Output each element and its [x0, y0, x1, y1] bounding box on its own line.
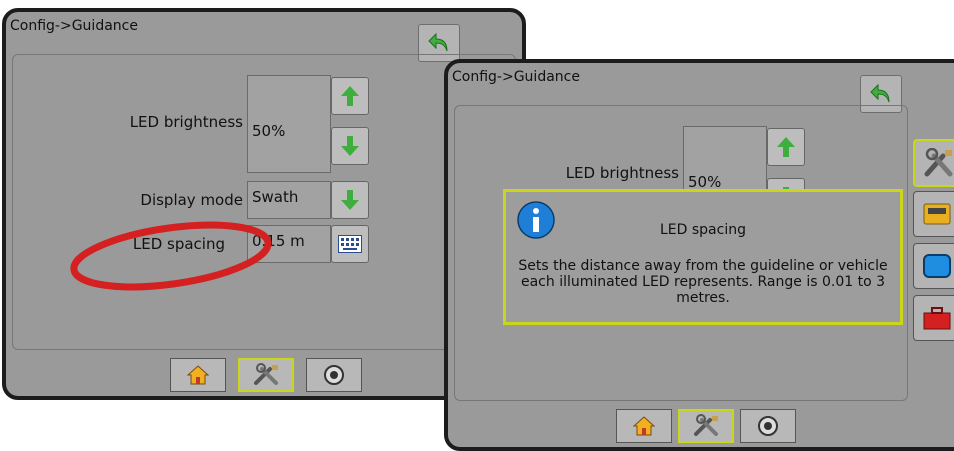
back-arrow-icon [428, 32, 448, 52]
keyboard-icon [338, 235, 362, 253]
side-console-button[interactable] [913, 191, 954, 237]
display-mode-value[interactable]: Swath [247, 181, 331, 219]
home-tab[interactable] [616, 409, 672, 443]
popup-title: LED spacing [660, 222, 746, 238]
page-title: Config->Guidance [452, 69, 580, 85]
keyboard-button[interactable] [331, 225, 369, 263]
gps-tab[interactable] [740, 409, 796, 443]
home-tab[interactable] [170, 358, 226, 392]
settings-panel: LED brightness 50% Display mode Swath LE… [12, 54, 516, 350]
decrease-button[interactable] [331, 127, 369, 165]
gps-tab[interactable] [306, 358, 362, 392]
display-mode-dropdown-button[interactable] [331, 181, 369, 219]
increase-button[interactable] [767, 128, 805, 166]
led-brightness-label: LED brightness [565, 164, 679, 182]
up-arrow-icon [341, 86, 359, 106]
bottom-tab-bar [170, 358, 370, 396]
home-icon [186, 365, 210, 385]
console-icon [923, 203, 951, 225]
highlight-ellipse [70, 221, 272, 291]
led-brightness-label: LED brightness [129, 113, 243, 131]
side-tools-button[interactable] [913, 139, 954, 187]
increase-button[interactable] [331, 77, 369, 115]
config-screen-right: Config->Guidance LED brightness 50% LED … [444, 59, 954, 451]
led-brightness-value[interactable]: 50% [247, 75, 331, 173]
popup-description: Sets the distance away from the guidelin… [518, 258, 888, 306]
gps-icon [758, 416, 778, 436]
tools-icon [254, 363, 278, 385]
tools-tab[interactable] [678, 409, 734, 443]
led-spacing-info-popup: LED spacing Sets the distance away from … [503, 189, 903, 325]
bottom-tab-bar [616, 409, 816, 447]
side-toolbox-button[interactable] [913, 295, 954, 341]
gps-icon [324, 365, 344, 385]
display-icon [923, 254, 951, 278]
tools-icon [924, 148, 953, 177]
display-mode-label: Display mode [140, 191, 243, 209]
page-title: Config->Guidance [10, 18, 138, 34]
up-arrow-icon [777, 137, 795, 157]
tools-icon [694, 414, 718, 436]
down-arrow-icon [341, 136, 359, 156]
back-arrow-icon [870, 83, 890, 103]
tools-tab[interactable] [238, 358, 294, 392]
down-arrow-icon [341, 190, 359, 210]
side-display-button[interactable] [913, 243, 954, 289]
home-icon [632, 416, 656, 436]
toolbox-icon [923, 307, 951, 330]
